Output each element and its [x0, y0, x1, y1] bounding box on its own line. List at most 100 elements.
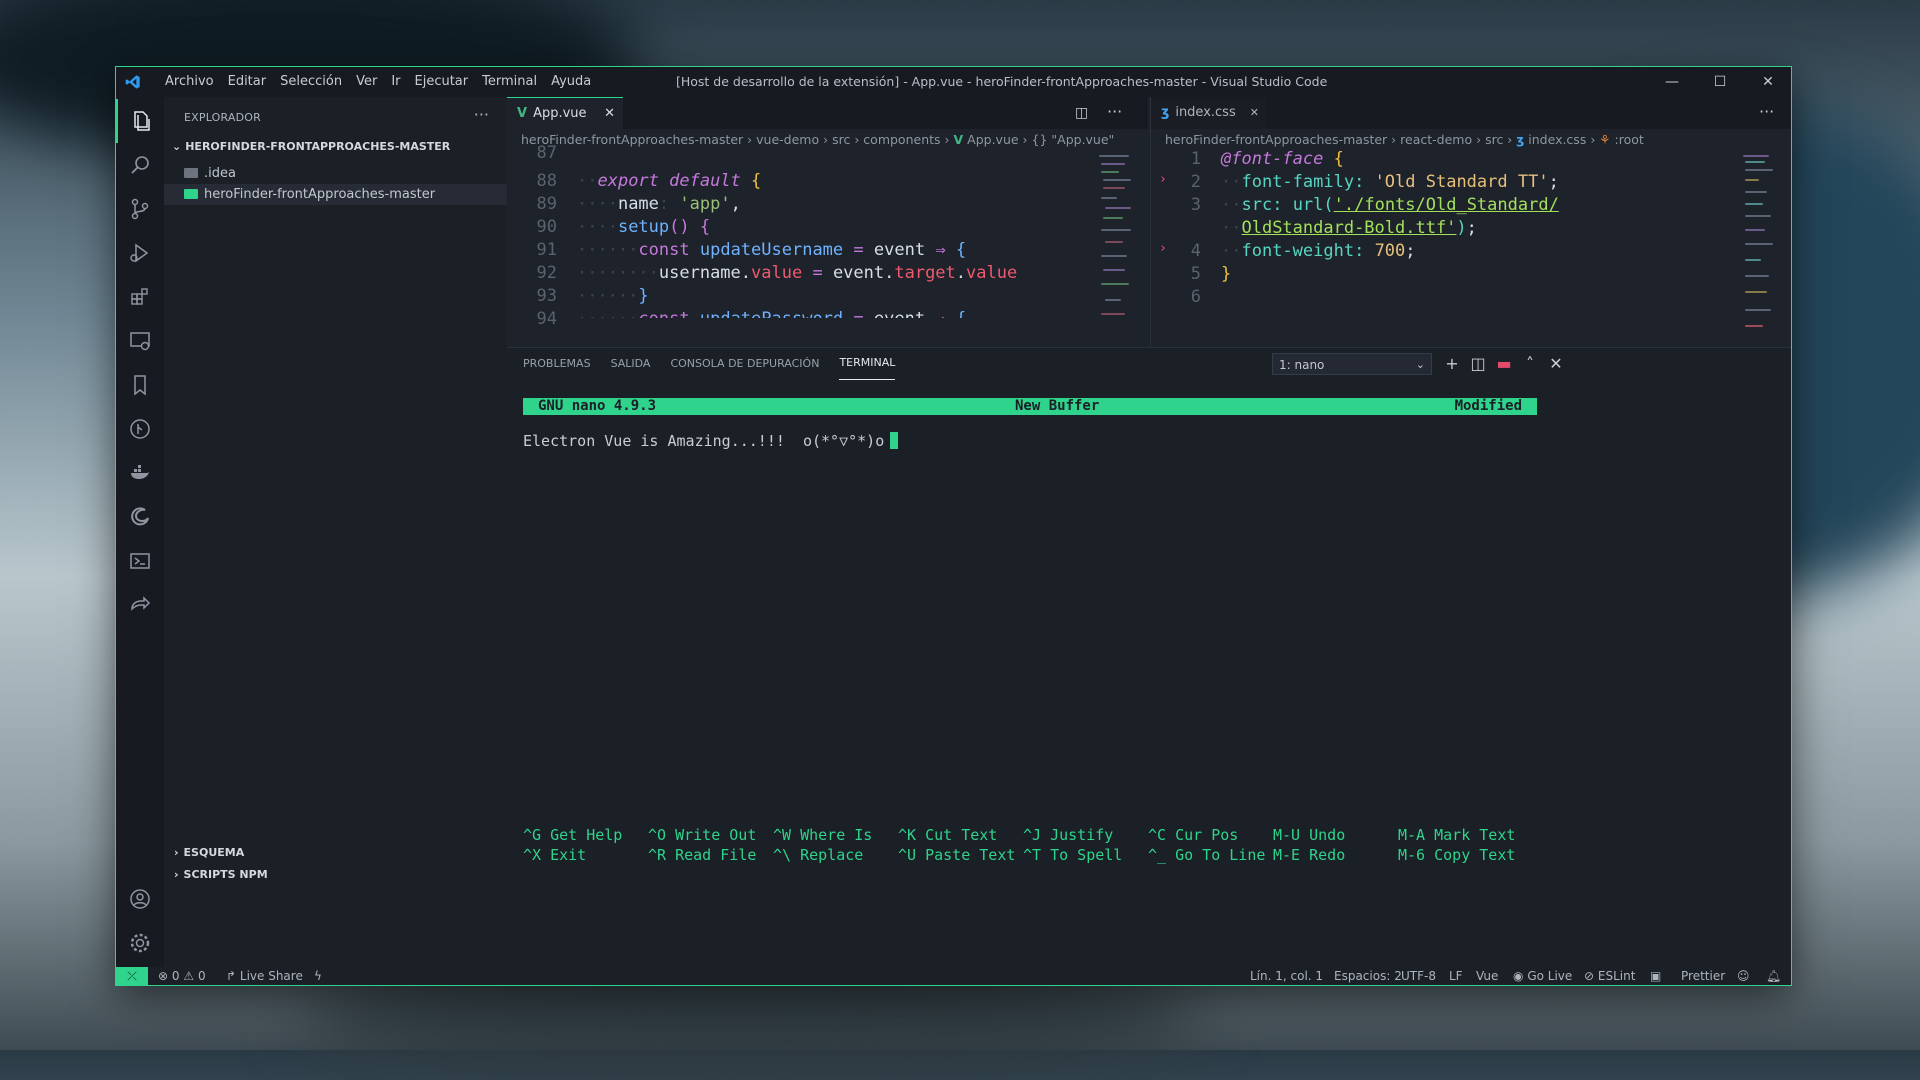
nano-modified-state: Modified — [1454, 398, 1522, 414]
explorer-activity[interactable] — [116, 99, 164, 143]
eol-status[interactable]: LF — [1449, 967, 1463, 985]
tree-item-project-folder[interactable]: heroFinder-frontApproaches-master — [164, 184, 507, 205]
code-line: ····setup() { — [577, 217, 711, 237]
tab-bar: V App.vue ✕ ◫ ··· — [507, 97, 1148, 130]
shortcut-copy-text: M-6 Copy Text — [1398, 846, 1516, 864]
terminal-status-icon[interactable]: ▣ — [1650, 967, 1661, 985]
menu-ir[interactable]: Ir — [384, 67, 407, 97]
remote-icon: ⤫ — [127, 969, 137, 983]
menu-archivo[interactable]: Archivo — [158, 67, 221, 97]
run-debug-icon — [130, 243, 149, 263]
editor-group-right: ʒ index.css ✕ ··· heroFinder-frontApproac… — [1150, 97, 1791, 347]
powershell-activity[interactable] — [116, 539, 164, 583]
error-icon: ⊗ — [158, 969, 169, 983]
code-line: ····name: 'app', — [577, 194, 741, 214]
shortcut-cut-text: ^K Cut Text — [898, 826, 998, 844]
remote-indicator[interactable]: ⤫ — [116, 967, 148, 985]
minimap[interactable] — [1741, 151, 1781, 347]
shortcut-justify: ^J Justify — [1023, 826, 1114, 844]
account-icon — [130, 889, 150, 909]
terminal-select[interactable]: 1: nano ⌄ — [1272, 353, 1432, 375]
tab-close-button[interactable]: ✕ — [604, 98, 615, 130]
explorer-more-actions[interactable]: ··· — [474, 105, 489, 124]
terminal-text[interactable]: Electron Vue is Amazing...!!! o(*°▽°*)o — [523, 432, 899, 450]
menu-ver[interactable]: Ver — [349, 67, 384, 97]
eslint-status[interactable]: ⊘ ESLint — [1584, 967, 1635, 985]
encoding-status[interactable]: UTF-8 — [1401, 967, 1436, 985]
css-file-icon: ʒ — [1516, 132, 1525, 147]
bottom-panel: PROBLEMAS SALIDA CONSOLA DE DEPURACIÓN T… — [507, 347, 1791, 968]
shortcut-where-is: ^W Where Is — [773, 826, 873, 844]
bell-icon[interactable]: 🔔︎ — [1766, 967, 1781, 985]
manage-activity[interactable] — [116, 921, 164, 965]
tab-index-css[interactable]: ʒ index.css ✕ — [1151, 97, 1267, 129]
menu-terminal[interactable]: Terminal — [475, 67, 544, 97]
cursor-position[interactable]: Lín. 1, col. 1 — [1250, 967, 1323, 985]
tab-app-vue[interactable]: V App.vue ✕ — [507, 97, 623, 130]
tab-output[interactable]: SALIDA — [611, 348, 651, 380]
new-terminal-button[interactable]: + — [1441, 353, 1463, 375]
powershell-icon — [130, 553, 150, 569]
edge-devtools-activity[interactable] — [116, 495, 164, 539]
extensions-activity[interactable] — [116, 275, 164, 319]
language-mode[interactable]: Vue — [1476, 967, 1498, 985]
tree-item-idea[interactable]: .idea — [164, 163, 507, 184]
search-activity[interactable] — [116, 143, 164, 187]
code-line: ··src: url('./fonts/Old_Standard/ — [1221, 195, 1559, 215]
bookmarks-activity[interactable] — [116, 363, 164, 407]
kill-terminal-button[interactable]: ▬ — [1493, 353, 1515, 375]
code-line: } — [1221, 264, 1232, 284]
workspace-root[interactable]: ⌄ HEROFINDER-FRONTAPPROACHES-MASTER — [172, 140, 450, 153]
remote-explorer-activity[interactable] — [116, 319, 164, 363]
live-share-activity[interactable] — [116, 583, 164, 627]
maximize-button[interactable]: ☐ — [1697, 67, 1743, 97]
chevron-right-icon: › — [174, 846, 179, 859]
git-graph-activity[interactable] — [116, 407, 164, 451]
indentation-status[interactable]: Espacios: 2 — [1334, 967, 1402, 985]
npm-scripts-section[interactable]: › SCRIPTS NPM — [174, 868, 268, 881]
go-live-button[interactable]: ◉ Go Live — [1513, 967, 1572, 985]
shortcut-undo: M-U Undo — [1273, 826, 1346, 844]
minimize-button[interactable]: — — [1649, 67, 1695, 97]
feedback-icon[interactable]: ☺ — [1737, 967, 1750, 985]
chevron-down-icon: ⌄ — [1415, 358, 1425, 371]
menu-ejecutar[interactable]: Ejecutar — [408, 67, 476, 97]
git-graph-icon — [130, 419, 150, 439]
split-terminal-button[interactable]: ◫ — [1467, 353, 1489, 375]
menu-ayuda[interactable]: Ayuda — [544, 67, 598, 97]
code-line: ··OldStandard-Bold.ttf'); — [1221, 218, 1477, 238]
lightning-icon[interactable]: ϟ — [314, 967, 322, 985]
chevron-right-icon: › — [1159, 241, 1167, 256]
source-control-activity[interactable] — [116, 187, 164, 231]
tab-debug-console[interactable]: CONSOLA DE DEPURACIÓN — [670, 348, 819, 380]
prettier-status[interactable]: Prettier — [1681, 967, 1725, 985]
maximize-panel-button[interactable]: ˄ — [1519, 353, 1541, 375]
accounts-activity[interactable] — [116, 877, 164, 921]
split-editor-icon[interactable]: ◫ — [1075, 97, 1088, 129]
chevron-down-icon: ⌄ — [172, 140, 182, 153]
problems-status[interactable]: ⊗ 0 ⚠ 0 — [158, 967, 206, 985]
code-line: ······const updatePassword = event ⇒ { — [577, 309, 966, 318]
outline-section[interactable]: › ESQUEMA — [174, 846, 244, 859]
minimap[interactable] — [1097, 151, 1137, 347]
edge-icon — [131, 507, 149, 526]
editor-more-actions[interactable]: ··· — [1107, 97, 1122, 127]
gear-icon — [130, 933, 150, 953]
breadcrumb: heroFinder-frontApproaches-master › vue-… — [521, 132, 1115, 147]
close-window-button[interactable]: ✕ — [1745, 67, 1791, 97]
shortcut-to-spell: ^T To Spell — [1023, 846, 1123, 864]
tab-problems[interactable]: PROBLEMAS — [523, 348, 591, 380]
selector-icon: ⚘ — [1599, 132, 1611, 147]
code-line: ······} — [577, 286, 649, 306]
editor-more-actions[interactable]: ··· — [1759, 97, 1774, 127]
menu-seleccion[interactable]: Selección — [273, 67, 349, 97]
close-panel-button[interactable]: ✕ — [1545, 353, 1567, 375]
tab-terminal[interactable]: TERMINAL — [839, 348, 896, 380]
run-debug-activity[interactable] — [116, 231, 164, 275]
vue-file-icon: V — [517, 106, 528, 121]
terminal-cursor — [890, 432, 899, 449]
docker-activity[interactable] — [116, 451, 164, 495]
live-share-status[interactable]: ↱ Live Share — [226, 967, 303, 985]
menu-editar[interactable]: Editar — [221, 67, 274, 97]
tab-close-button[interactable]: ✕ — [1250, 97, 1259, 129]
